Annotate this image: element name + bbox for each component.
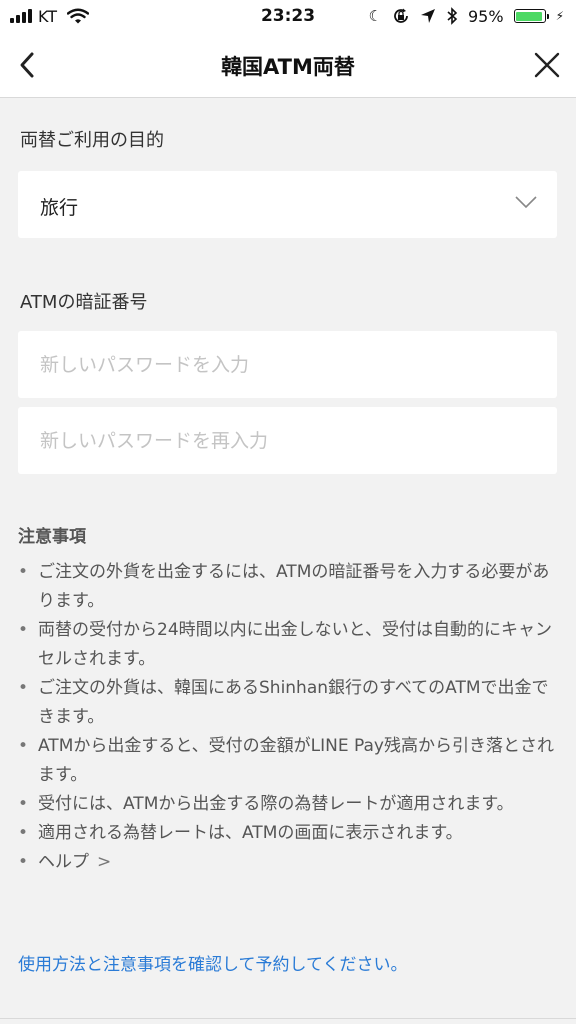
confirm-pin-input[interactable]: [18, 407, 557, 474]
chevron-down-icon: [515, 196, 537, 209]
status-right: ☾ 95% ⚡: [369, 6, 564, 26]
bullet: •: [18, 736, 29, 756]
new-pin-input[interactable]: [18, 331, 557, 398]
status-bar: KT 23:23 ☾ 95% ⚡: [0, 0, 576, 34]
purpose-label: 両替ご利用の目的: [20, 130, 164, 151]
navigation-bar: 韓国ATM両替: [0, 34, 576, 98]
note-text: ATMから出金すると、受付の金額がLINE Pay残高から引き落とされます。: [38, 736, 554, 785]
bullet: •: [18, 620, 29, 640]
note-text: ご注文の外貨を出金するには、ATMの暗証番号を入力する必要があります。: [38, 562, 550, 611]
purpose-selected-value: 旅行: [40, 197, 79, 219]
moon-icon: ☾: [368, 7, 382, 25]
confirm-pin-field: [18, 407, 557, 474]
confirm-reservation-link[interactable]: 使用方法と注意事項を確認して予約してください。: [18, 950, 407, 975]
pin-label: ATMの暗証番号: [20, 292, 148, 313]
notes-list: • ご注文の外貨を出金するには、ATMの暗証番号を入力する必要があります。 • 両替…: [18, 558, 558, 877]
help-item[interactable]: • ヘルプ >: [18, 848, 558, 877]
battery-icon: [513, 9, 549, 23]
new-pin-field: [18, 331, 557, 398]
charging-icon: ⚡: [555, 9, 564, 23]
note-item: • ご注文の外貨を出金するには、ATMの暗証番号を入力する必要があります。: [18, 558, 558, 616]
note-item: • 受付には、ATMから出金する際の為替レートが適用されます。: [18, 790, 558, 819]
lock-rotation-icon: [394, 8, 408, 23]
close-icon[interactable]: [532, 50, 562, 80]
note-item: • ATMから出金すると、受付の金額がLINE Pay残高から引き落とされます。: [18, 732, 558, 790]
location-icon: [421, 9, 435, 23]
bullet: •: [18, 852, 29, 872]
note-text: 両替の受付から24時間以内に出金しないと、受付は自動的にキャンセルされます。: [38, 620, 552, 669]
page-title: 韓国ATM両替: [221, 55, 355, 79]
chevron-right-icon: >: [97, 852, 112, 872]
bluetooth-icon: [447, 7, 458, 25]
note-text: 受付には、ATMから出金する際の為替レートが適用されます。: [38, 794, 514, 814]
note-text: 適用される為替レートは、ATMの画面に表示されます。: [38, 823, 463, 843]
note-item: • ご注文の外貨は、韓国にあるShinhan銀行のすべてのATMで出金できます。: [18, 674, 558, 732]
divider: [0, 1018, 576, 1019]
bullet: •: [18, 678, 29, 698]
help-link-text: ヘルプ: [38, 852, 89, 872]
bullet: •: [18, 794, 29, 814]
bullet: •: [18, 823, 29, 843]
battery-fill: [516, 11, 542, 21]
notes-title: 注意事項: [18, 527, 86, 547]
note-text: ご注文の外貨は、韓国にあるShinhan銀行のすべてのATMで出金できます。: [38, 678, 549, 727]
bullet: •: [18, 562, 29, 582]
note-item: • 適用される為替レートは、ATMの画面に表示されます。: [18, 819, 558, 848]
battery-percent: 95%: [468, 6, 504, 26]
purpose-select[interactable]: 旅行: [18, 171, 557, 238]
note-item: • 両替の受付から24時間以内に出金しないと、受付は自動的にキャンセルされます。: [18, 616, 558, 674]
